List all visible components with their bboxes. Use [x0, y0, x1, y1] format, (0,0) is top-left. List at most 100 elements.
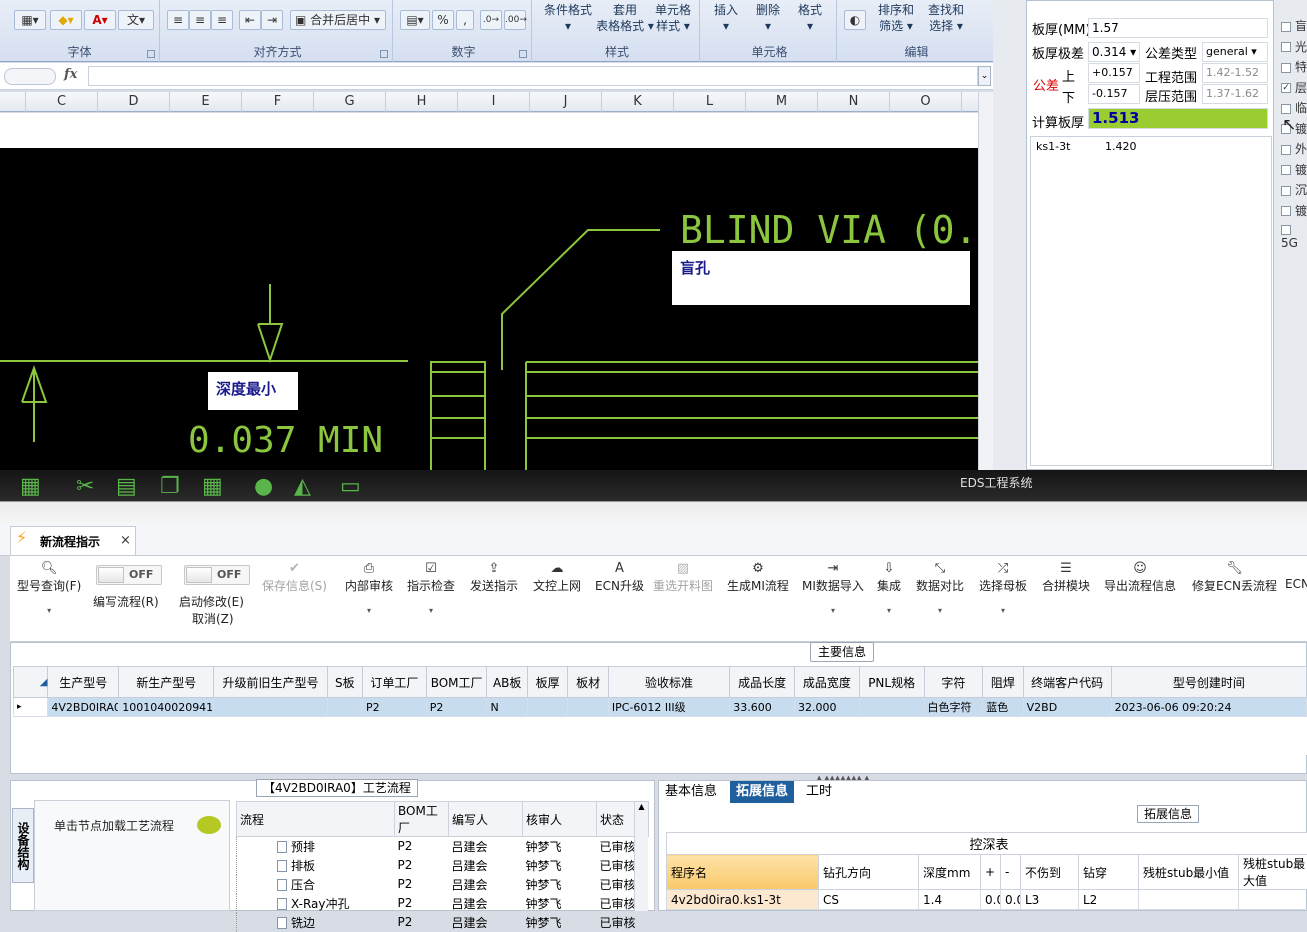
decrease-decimal-icon[interactable]: .00→	[504, 10, 526, 30]
column-header-i[interactable]: I	[458, 92, 530, 112]
equipment-structure-tab[interactable]: 设备结构	[12, 808, 34, 883]
cancel-button[interactable]: 取消(Z)	[192, 610, 234, 627]
integrate-button[interactable]: ⇩集成▾	[877, 560, 901, 615]
find-select-button[interactable]: 查找和选择 ▾	[920, 2, 972, 34]
fill-color-icon[interactable]: ◆▾	[50, 10, 82, 30]
merge-module-button[interactable]: ☰合拼模块	[1042, 560, 1090, 594]
column-header[interactable]: PNL规格	[859, 667, 924, 698]
tab-extension-info[interactable]: 拓展信息	[730, 781, 794, 803]
doc-upload-button[interactable]: ☁文控上网	[533, 560, 581, 594]
table-row[interactable]: 4v2bd0ira0.ks1-3tCS1.40.050.05L3L2	[667, 890, 1307, 910]
table-cell[interactable]: 0.05	[1001, 890, 1021, 910]
tree-row[interactable]: 排板P2吕建会钟梦飞已审核	[237, 856, 649, 875]
comment-icon[interactable]	[197, 816, 221, 834]
option-checkbox[interactable]: 镀	[1281, 161, 1307, 177]
increase-indent-icon[interactable]: ⇥	[261, 10, 283, 30]
column-header-o[interactable]: O	[890, 92, 962, 112]
percent-button[interactable]: %	[432, 10, 454, 30]
column-header[interactable]: 不伤到	[1021, 855, 1079, 890]
option-checkbox[interactable]: 5G	[1281, 222, 1307, 238]
name-box[interactable]	[4, 68, 56, 85]
table-cell[interactable]: 0.05	[981, 890, 1001, 910]
column-header[interactable]: 核审人	[523, 802, 597, 837]
column-header[interactable]: BOM工厂	[395, 802, 449, 837]
conditional-format-button[interactable]: 条件格式▾	[539, 2, 597, 34]
align-right-icon[interactable]: ≡	[211, 10, 233, 30]
column-header-m[interactable]: M	[746, 92, 818, 112]
border-icon[interactable]: ▦▾	[14, 10, 46, 30]
tol-type-select[interactable]: general ▾	[1202, 42, 1268, 62]
table-cell[interactable]: 白色字符	[924, 698, 983, 717]
select-all-corner[interactable]	[0, 92, 26, 112]
column-header[interactable]: BOM工厂	[426, 667, 487, 698]
table-cell[interactable]: CS	[819, 890, 919, 910]
table-row[interactable]: ▸4V2BD0IRA010010400209417P2P2NIPC-6012 I…	[14, 698, 1307, 717]
option-checkbox[interactable]: 镀	[1281, 202, 1307, 218]
mi-import-button[interactable]: ⇥MI数据导入▾	[802, 560, 864, 615]
column-header-c[interactable]: C	[26, 92, 98, 112]
start-modify-toggle[interactable]: OFF	[184, 565, 250, 585]
option-checkbox[interactable]: 光	[1281, 38, 1307, 54]
table-cell[interactable]: P2	[363, 698, 427, 717]
table-cell[interactable]: L2	[1079, 890, 1139, 910]
align-launcher-icon[interactable]	[380, 50, 388, 58]
table-cell[interactable]: 32.000	[795, 698, 860, 717]
table-cell[interactable]: 1.4	[919, 890, 981, 910]
table-cell[interactable]: P2	[426, 698, 487, 717]
table-cell[interactable]: 2023-06-06 09:20:24	[1111, 698, 1306, 717]
expand-formula-icon[interactable]: ⌄	[978, 66, 991, 86]
thickness-input[interactable]: 1.57	[1088, 18, 1268, 38]
reselect-map-button[interactable]: ▨重选开料图	[653, 560, 713, 594]
table-cell[interactable]: V2BD	[1023, 698, 1111, 717]
option-checkbox[interactable]: 沉	[1281, 181, 1307, 197]
table-cell[interactable]: N	[487, 698, 527, 717]
table-cell[interactable]	[1239, 890, 1307, 910]
film-icon[interactable]: ▤	[116, 474, 137, 500]
tab-work-hours[interactable]: 工时	[800, 781, 838, 803]
tab-close-icon[interactable]: ×	[120, 533, 131, 548]
table-cell[interactable]: L3	[1021, 890, 1079, 910]
table-cell[interactable]: 33.600	[730, 698, 795, 717]
table-cell[interactable]: 10010400209417	[119, 698, 214, 717]
column-header-e[interactable]: E	[170, 92, 242, 112]
query-button[interactable]: 🔍︎型号查询(F)▾	[17, 560, 81, 615]
insert-button[interactable]: 插入▾	[709, 2, 743, 34]
column-header[interactable]: 订单工厂	[363, 667, 427, 698]
column-header[interactable]: 板厚	[527, 667, 567, 698]
option-checkbox[interactable]: 特	[1281, 58, 1307, 74]
column-header[interactable]: 残桩stub最大值	[1239, 855, 1307, 890]
layer-thickness-list[interactable]: ks1-3t 1.420	[1030, 136, 1272, 466]
column-header[interactable]: 钻孔方向	[819, 855, 919, 890]
table-cell[interactable]	[859, 698, 924, 717]
edit-flow-toggle[interactable]: OFF	[96, 565, 162, 585]
column-header[interactable]: 残桩stub最小值	[1139, 855, 1239, 890]
cell-style-button[interactable]: 单元格样式 ▾	[653, 2, 693, 34]
internal-review-button[interactable]: ⎙内部审核▾	[345, 560, 393, 615]
sort-filter-button[interactable]: 排序和筛选 ▾	[872, 2, 920, 34]
formula-input[interactable]	[88, 66, 978, 86]
column-header[interactable]: 阻焊	[983, 667, 1023, 698]
column-header[interactable]: -	[1001, 855, 1021, 890]
tree-row[interactable]: X-Ray冲孔P2吕建会钟梦飞已审核	[237, 894, 649, 913]
column-header-j[interactable]: J	[530, 92, 602, 112]
column-header[interactable]: 板材	[568, 667, 608, 698]
table-cell[interactable]	[527, 698, 567, 717]
column-header-d[interactable]: D	[98, 92, 170, 112]
ecn-more-button[interactable]: ECN	[1285, 560, 1307, 591]
table-format-button[interactable]: 套用表格格式 ▾	[593, 2, 657, 34]
column-header[interactable]: 字符	[924, 667, 983, 698]
column-header[interactable]: 流程	[237, 802, 395, 837]
comma-button[interactable]: ,	[456, 10, 474, 30]
table-cell[interactable]: 4v2bd0ira0.ks1-3t	[667, 890, 819, 910]
table-cell[interactable]: 4V2BD0IRA0	[48, 698, 119, 717]
tree-row[interactable]: 预排P2吕建会钟梦飞已审核	[237, 837, 649, 856]
upper-tolerance[interactable]: +0.157	[1088, 63, 1140, 83]
chart-icon[interactable]: ◭	[294, 474, 311, 500]
delete-button[interactable]: 删除▾	[751, 2, 785, 34]
column-header[interactable]: S板	[327, 667, 362, 698]
column-header-k[interactable]: K	[602, 92, 674, 112]
column-header-f[interactable]: F	[242, 92, 314, 112]
column-header[interactable]: 成品长度	[730, 667, 795, 698]
merge-center-button[interactable]: ▣ 合并后居中 ▾	[290, 10, 386, 30]
number-launcher-icon[interactable]	[519, 50, 527, 58]
